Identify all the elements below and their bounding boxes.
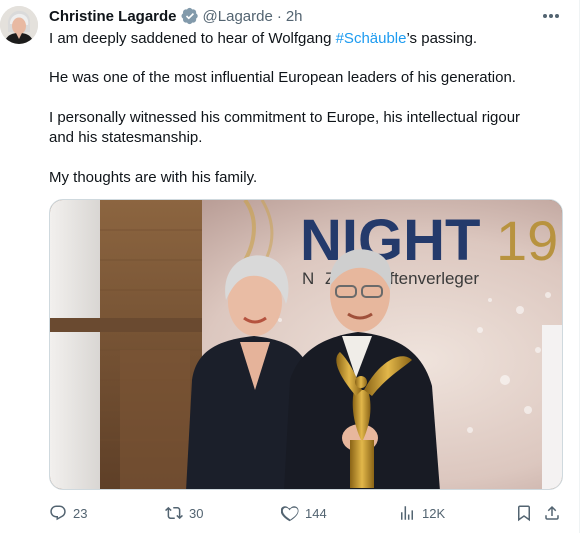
retweet-icon [165,506,183,520]
tweet-paragraph-4: My thoughts are with his family. [49,169,258,186]
like-count: 144 [305,505,327,521]
avatar[interactable] [0,6,38,44]
share-icon [545,505,559,520]
tweet-timestamp[interactable]: 2h [286,8,303,25]
banner-number-text: 19 [496,209,558,272]
views-count: 12K [422,505,446,521]
tweet-paragraph-2: He was one of the most influential Europ… [49,69,516,86]
hashtag-link[interactable]: #Schäuble [336,30,407,47]
tweet-actions-bar: 23 30 144 12K [49,500,562,526]
tweet-photo[interactable]: NIGHT 19 N Zeitschriftenverleger [49,199,563,490]
retweet-count: 30 [189,505,204,521]
user-handle[interactable]: @Lagarde [203,8,273,25]
tweet-header: Christine Lagarde @Lagarde · 2h [49,6,303,26]
display-name[interactable]: Christine Lagarde [49,8,177,25]
reply-button[interactable]: 23 [49,502,87,524]
more-options-icon[interactable] [541,8,561,24]
bookmark-icon [518,505,530,522]
banner-night-text: NIGHT [300,208,480,273]
tweet-text-segment: I am deeply saddened to hear of Wolfgang [49,30,336,47]
bookmark-button[interactable] [515,502,533,524]
tweet-paragraph-3: I personally witnessed his commitment to… [49,109,521,146]
views-button[interactable]: 12K [398,502,445,524]
tweet-text-segment: ’s passing. [406,30,478,47]
reply-count: 23 [73,505,88,521]
reply-icon [50,505,66,521]
share-button[interactable] [543,502,561,524]
like-button[interactable]: 144 [281,502,327,524]
banner-partial-text: N [302,269,314,288]
retweet-button[interactable]: 30 [165,502,203,524]
verified-badge-icon[interactable] [181,7,199,25]
heart-icon [281,506,299,522]
separator-dot: · [276,7,282,25]
tweet-paragraph-1: I am deeply saddened to hear of Wolfgang… [49,29,477,49]
analytics-icon [401,506,413,520]
tweet-card[interactable]: Christine Lagarde @Lagarde · 2h I am dee… [0,0,580,533]
